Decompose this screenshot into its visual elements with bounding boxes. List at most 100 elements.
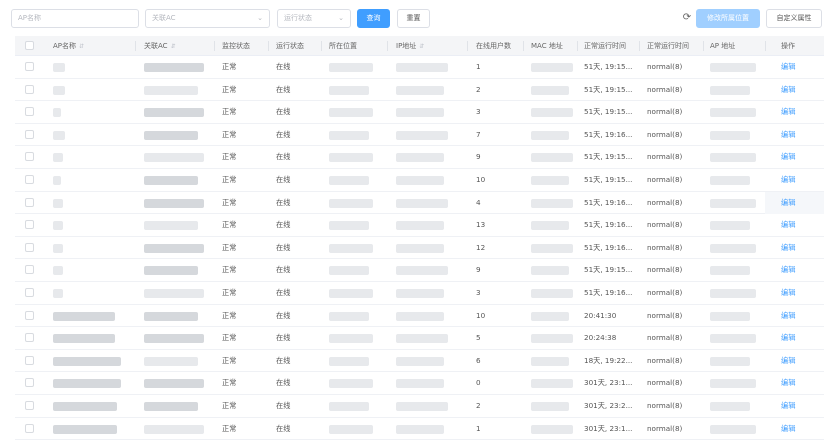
col-ip[interactable]: IP地址 ⇵ xyxy=(396,36,424,56)
uptime-value: 18天, 19:22... xyxy=(584,355,633,365)
custom-attribute-button[interactable]: 自定义属性 xyxy=(766,9,822,28)
table-row[interactable]: 正常 在线 9 51天, 19:15... normal(8) 编辑 xyxy=(15,146,824,169)
table-row[interactable]: 正常 在线 4 51天, 19:16... normal(8) 编辑 xyxy=(15,191,824,215)
col-operation: 操作 xyxy=(781,42,795,50)
run-status: 在线 xyxy=(276,333,291,343)
row-checkbox[interactable] xyxy=(25,310,34,320)
table-row[interactable]: 正常 在线 5 20:24:38 normal(8) 编辑 xyxy=(15,327,824,350)
row-checkbox[interactable] xyxy=(25,62,34,71)
edit-link[interactable]: 编辑 xyxy=(781,327,795,349)
edit-link[interactable]: 编辑 xyxy=(781,350,795,372)
mode-value: normal(8) xyxy=(647,355,683,365)
table-row[interactable]: 正常 在线 12 51天, 19:16... normal(8) 编辑 xyxy=(15,237,824,260)
edit-link[interactable]: 编辑 xyxy=(781,101,795,123)
row-checkbox[interactable] xyxy=(25,174,34,184)
ac-redacted xyxy=(144,130,198,140)
row-checkbox[interactable] xyxy=(25,152,34,162)
row-checkbox[interactable] xyxy=(25,355,34,365)
row-checkbox[interactable] xyxy=(25,220,34,230)
table-row[interactable]: 正常 在线 3 51天, 19:16... normal(8) 编辑 xyxy=(15,282,824,305)
edit-link[interactable]: 编辑 xyxy=(781,192,795,214)
row-checkbox[interactable] xyxy=(25,265,34,275)
ip-redacted xyxy=(396,175,444,185)
monitor-status: 正常 xyxy=(222,107,237,117)
table-row[interactable]: 正常 在线 0 301天, 23:1... normal(8) 编辑 xyxy=(15,372,824,395)
row-checkbox[interactable] xyxy=(25,129,34,139)
ap-name-redacted xyxy=(53,85,65,95)
col-ac[interactable]: 关联AC ⇵ xyxy=(144,36,176,56)
ip-redacted xyxy=(396,108,444,118)
uptime-value: 51天, 19:16... xyxy=(584,220,633,230)
edit-link[interactable]: 编辑 xyxy=(781,395,795,417)
ac-redacted xyxy=(144,153,204,163)
row-checkbox[interactable] xyxy=(25,287,34,297)
row-checkbox[interactable] xyxy=(25,84,34,94)
run-status: 在线 xyxy=(276,152,291,162)
run-status: 在线 xyxy=(276,355,291,365)
mode-value: normal(8) xyxy=(647,174,683,184)
row-checkbox[interactable] xyxy=(25,423,34,433)
table-row[interactable]: 正常 在线 13 51天, 19:16... normal(8) 编辑 xyxy=(15,214,824,237)
row-checkbox[interactable] xyxy=(25,400,34,410)
ac-redacted xyxy=(144,108,204,118)
online-users: 1 xyxy=(476,423,481,433)
edit-link[interactable]: 编辑 xyxy=(781,56,795,78)
monitor-status: 正常 xyxy=(222,265,237,275)
edit-location-button[interactable]: 修改所属位置 xyxy=(696,9,760,28)
mode-value: normal(8) xyxy=(647,400,683,410)
uptime-value: 51天, 19:15... xyxy=(584,62,633,71)
monitor-status: 正常 xyxy=(222,378,237,388)
table-row[interactable]: 正常 在线 7 51天, 19:16... normal(8) 编辑 xyxy=(15,124,824,147)
edit-link[interactable]: 编辑 xyxy=(781,418,795,440)
mode-value: normal(8) xyxy=(647,62,683,71)
table-row[interactable]: 正常 在线 9 51天, 19:15... normal(8) 编辑 xyxy=(15,259,824,282)
table-row[interactable]: 正常 在线 1 301天, 23:1... normal(8) 编辑 xyxy=(15,418,824,441)
ap-name-redacted xyxy=(53,334,115,344)
refresh-icon[interactable]: ⟳ xyxy=(680,11,694,25)
ip-redacted xyxy=(396,153,444,163)
table-row[interactable]: 正常 在线 1 51天, 19:15... normal(8) 编辑 xyxy=(15,56,824,79)
col-online-users: 在线用户数 xyxy=(476,42,511,50)
table-row[interactable]: 正常 在线 6 18天, 19:22... normal(8) 编辑 xyxy=(15,350,824,373)
row-checkbox[interactable] xyxy=(25,378,34,388)
edit-link[interactable]: 编辑 xyxy=(781,282,795,304)
uptime-value: 20:24:38 xyxy=(584,333,617,343)
mac-redacted xyxy=(531,288,573,298)
online-users: 7 xyxy=(476,129,481,139)
table-row[interactable]: 正常 在线 2 301天, 23:2... normal(8) 编辑 xyxy=(15,395,824,418)
col-ap-name[interactable]: AP名称 ⇵ xyxy=(53,36,84,56)
monitor-status: 正常 xyxy=(222,84,237,94)
edit-link[interactable]: 编辑 xyxy=(781,372,795,394)
row-checkbox[interactable] xyxy=(25,333,34,343)
ap-table: AP名称 ⇵ 关联AC ⇵ 监控状态 运行状态 所在位置 IP地址 ⇵ 在线用户数 M… xyxy=(15,36,824,441)
ip-redacted xyxy=(396,85,444,95)
edit-link[interactable]: 编辑 xyxy=(781,214,795,236)
mode-value: normal(8) xyxy=(647,378,683,388)
table-row[interactable]: 正常 在线 10 20:41:30 normal(8) 编辑 xyxy=(15,305,824,328)
edit-link[interactable]: 编辑 xyxy=(781,305,795,327)
status-select[interactable]: 运行状态 ⌄ xyxy=(277,9,351,28)
table-row[interactable]: 正常 在线 2 51天, 19:15... normal(8) 编辑 xyxy=(15,79,824,102)
ap-name-input[interactable]: AP名称 xyxy=(11,9,139,28)
uptime-value: 301天, 23:1... xyxy=(584,423,633,433)
ap-name-redacted xyxy=(53,288,63,298)
row-checkbox[interactable] xyxy=(25,107,34,117)
edit-link[interactable]: 编辑 xyxy=(781,169,795,191)
row-checkbox[interactable] xyxy=(25,242,34,252)
reset-button[interactable]: 重置 xyxy=(397,9,430,28)
ip-redacted xyxy=(396,356,444,366)
row-checkbox[interactable] xyxy=(25,197,34,207)
ac-redacted xyxy=(144,175,198,185)
edit-link[interactable]: 编辑 xyxy=(781,124,795,146)
table-row[interactable]: 正常 在线 3 51天, 19:15... normal(8) 编辑 xyxy=(15,101,824,124)
mac-redacted xyxy=(531,266,569,276)
table-row[interactable]: 正常 在线 10 51天, 19:15... normal(8) 编辑 xyxy=(15,169,824,192)
edit-link[interactable]: 编辑 xyxy=(781,146,795,168)
edit-link[interactable]: 编辑 xyxy=(781,259,795,281)
search-button[interactable]: 查询 xyxy=(357,9,390,28)
ap-address-redacted xyxy=(710,63,756,72)
edit-link[interactable]: 编辑 xyxy=(781,237,795,259)
ac-select[interactable]: 关联AC ⌄ xyxy=(145,9,270,28)
select-all-checkbox[interactable] xyxy=(25,41,34,50)
edit-link[interactable]: 编辑 xyxy=(781,79,795,101)
